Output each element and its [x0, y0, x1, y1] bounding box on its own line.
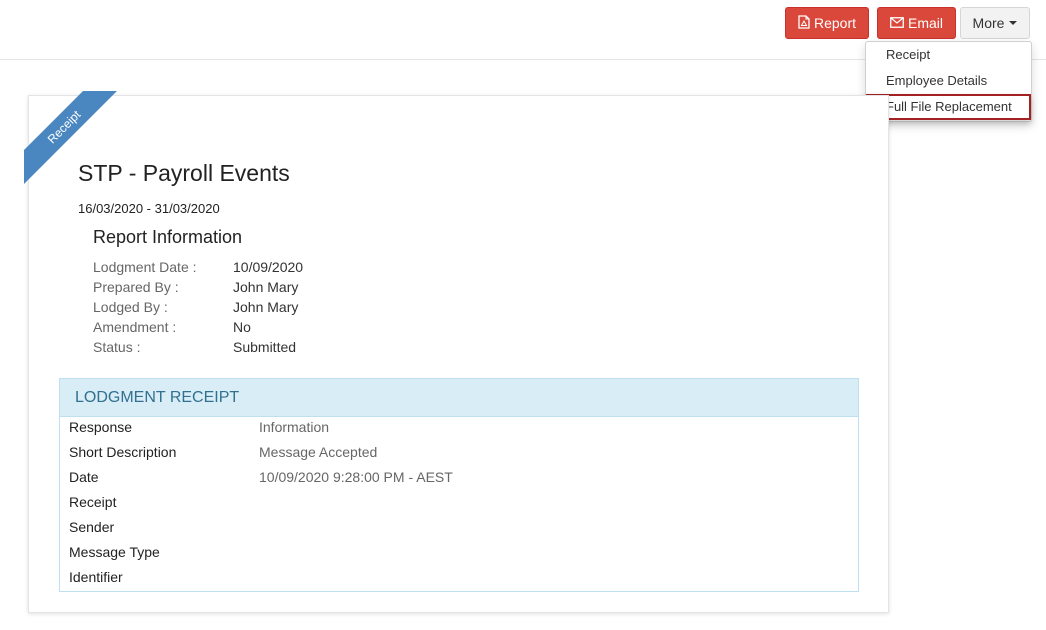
info-value: Submitted	[233, 339, 297, 355]
receipt-label: Message Type	[69, 544, 160, 560]
more-dropdown-button[interactable]: More	[960, 7, 1030, 39]
envelope-icon	[890, 15, 904, 31]
info-value: 10/09/2020	[233, 259, 304, 275]
menu-item-full-file-replacement[interactable]: Full File Replacement	[866, 94, 1031, 120]
receipt-label: Response	[69, 419, 133, 435]
info-value: No	[233, 319, 251, 335]
receipt-card: Receipt STP - Payroll Events 16/03/2020 …	[24, 91, 889, 613]
receipt-label: Sender	[69, 519, 115, 535]
info-value: John Mary	[233, 279, 299, 295]
lodgment-receipt-heading: LODGMENT RECEIPT	[60, 379, 858, 417]
receipt-label: Receipt	[69, 494, 117, 510]
receipt-value: Message Accepted	[259, 444, 378, 460]
receipt-value: 10/09/2020 9:28:00 PM - AEST	[259, 469, 453, 485]
page-title: STP - Payroll Events	[78, 160, 290, 186]
more-dropdown-menu: Receipt Employee Details Full File Repla…	[865, 41, 1032, 122]
receipt-label: Date	[69, 469, 99, 485]
info-label: Lodgment Date :	[93, 259, 197, 275]
menu-item-employee-details[interactable]: Employee Details	[866, 68, 1031, 94]
info-label: Amendment :	[93, 319, 177, 335]
info-label: Status :	[93, 339, 141, 355]
receipt-value: Information	[259, 419, 330, 435]
pdf-file-icon	[798, 14, 810, 32]
report-info-heading: Report Information	[93, 227, 243, 247]
caret-down-icon	[1009, 21, 1018, 25]
period-range: 16/03/2020 - 31/03/2020	[78, 201, 220, 216]
info-label: Lodged By :	[93, 299, 168, 315]
menu-item-receipt[interactable]: Receipt	[866, 42, 1031, 68]
email-button-label: Email	[907, 15, 943, 31]
report-button-label: Report	[813, 15, 857, 31]
more-button-label: More	[972, 15, 1005, 31]
receipt-label: Short Description	[69, 444, 177, 460]
info-value: John Mary	[233, 299, 299, 315]
lodgment-receipt-panel: LODGMENT RECEIPT Response Information Sh…	[59, 378, 859, 592]
report-button[interactable]: Report	[785, 7, 869, 39]
info-label: Prepared By :	[93, 279, 179, 295]
email-button[interactable]: Email	[877, 7, 956, 39]
receipt-label: Identifier	[69, 569, 123, 585]
